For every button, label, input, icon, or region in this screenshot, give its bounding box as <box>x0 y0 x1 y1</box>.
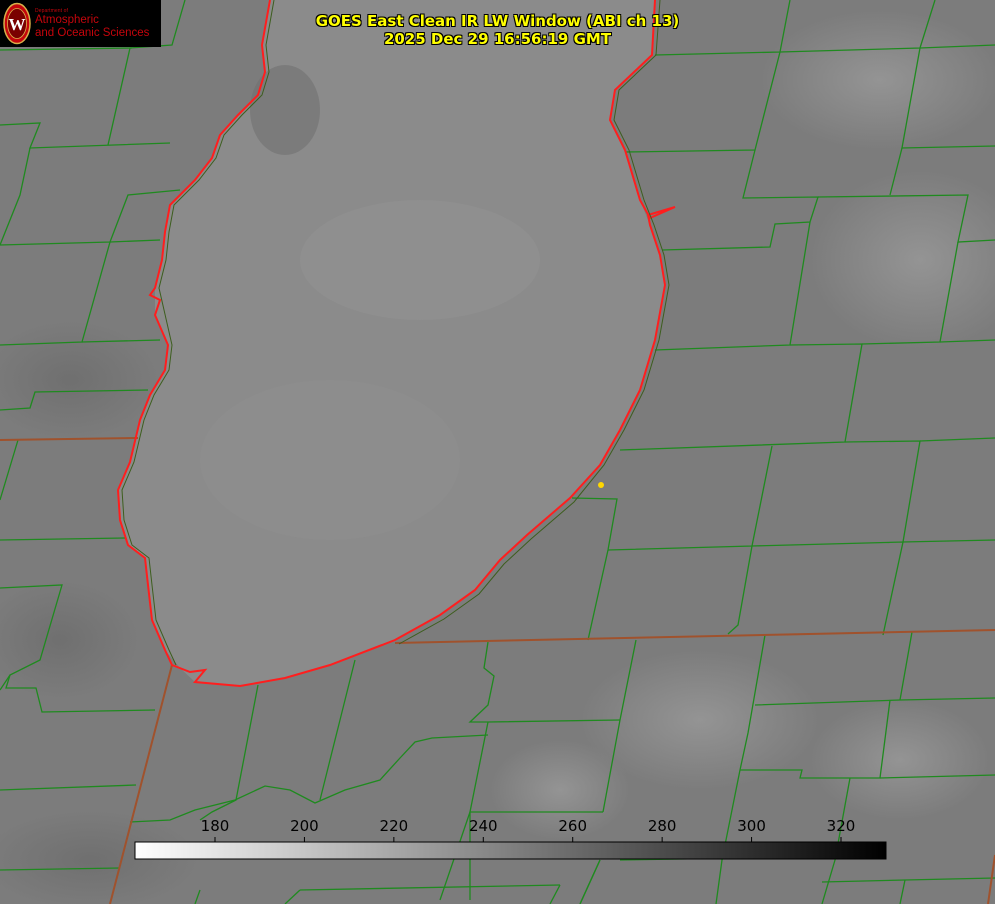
colorbar-tick-label: 240 <box>469 817 498 835</box>
cloud-patch <box>810 700 990 820</box>
image-title: GOES East Clean IR LW Window (ABI ch 13)… <box>0 12 995 48</box>
title-timestamp: 2025 Dec 29 16:56:19 GMT <box>383 30 612 48</box>
colorbar-tick-label: 220 <box>380 817 409 835</box>
colorbar-tick-label: 200 <box>290 817 319 835</box>
colorbar-tick-label: 320 <box>827 817 856 835</box>
colorbar-tick-label: 260 <box>558 817 587 835</box>
lake-texture <box>250 65 320 155</box>
colorbar-gradient <box>134 841 887 860</box>
lake-texture <box>200 380 460 540</box>
colorbar-tick-label: 300 <box>737 817 766 835</box>
location-marker <box>598 482 604 488</box>
lake-texture <box>300 200 540 320</box>
colorbar-tick-label: 280 <box>648 817 677 835</box>
satellite-map: 180 200 220 240 260 280 300 320 <box>0 0 995 904</box>
title-product: GOES East Clean IR LW Window (ABI ch 13) <box>315 12 680 30</box>
colorbar-tick-label: 180 <box>201 817 230 835</box>
